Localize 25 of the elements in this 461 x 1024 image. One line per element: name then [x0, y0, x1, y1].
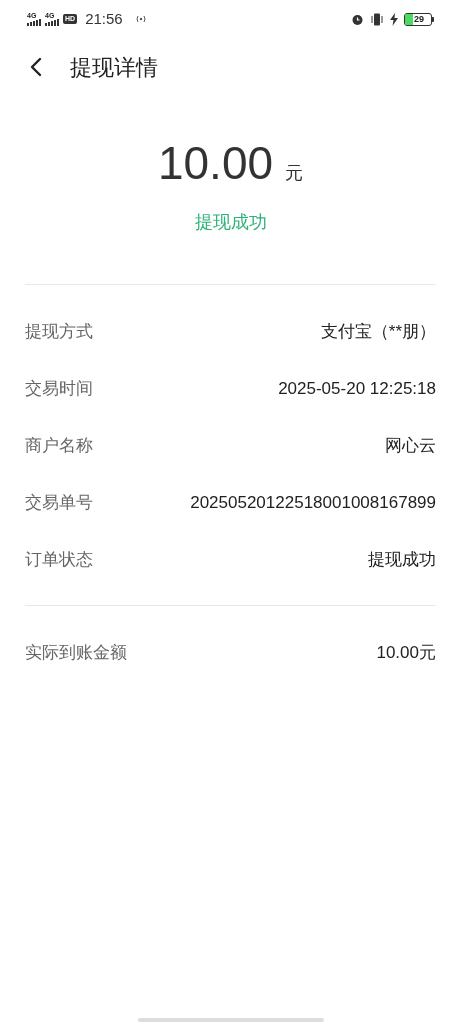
detail-value: 20250520122518001008167899 [190, 491, 436, 514]
charging-icon [390, 12, 398, 26]
vibrate-icon [370, 12, 384, 26]
currency-unit: 元 [285, 162, 304, 185]
back-icon [30, 57, 42, 77]
detail-label: 商户名称 [25, 434, 93, 457]
detail-value: 2025-05-20 12:25:18 [278, 377, 436, 400]
page-title: 提现详情 [70, 53, 158, 82]
detail-label: 实际到账金额 [25, 641, 127, 664]
detail-label: 订单状态 [25, 548, 93, 571]
hotspot-icon [134, 14, 147, 24]
amount: 10.00 [157, 140, 274, 186]
signal-icon [45, 19, 59, 26]
detail-label: 提现方式 [25, 320, 93, 343]
detail-value: 提现成功 [368, 548, 436, 571]
signal-icon [27, 19, 41, 26]
detail-value: 网心云 [385, 434, 436, 457]
detail-label: 交易单号 [25, 491, 93, 514]
clock: 21:56 [85, 8, 123, 29]
detail-value: 10.00元 [376, 641, 436, 664]
status-text: 提现成功 [194, 211, 267, 234]
detail-label: 交易时间 [25, 377, 93, 400]
alarm-icon [351, 12, 364, 26]
detail-value: 支付宝（**朋） [320, 320, 436, 343]
battery-percentage: 29 [414, 14, 424, 24]
